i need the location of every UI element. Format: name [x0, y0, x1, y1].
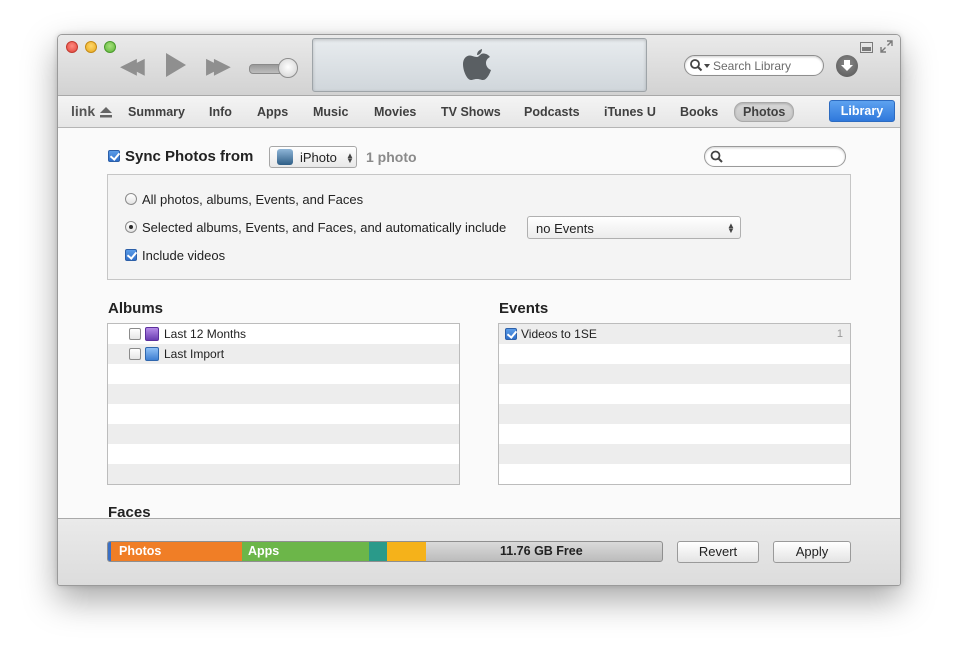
photo-count: 1 photo — [366, 149, 417, 165]
fast-forward-icon[interactable]: ▶▶ — [206, 55, 231, 77]
tab-info[interactable]: Info — [209, 105, 232, 119]
empty-row — [499, 404, 850, 424]
popup-arrows-icon: ▲ ▼ — [346, 151, 354, 165]
rewind-icon[interactable]: ◀◀ — [120, 55, 145, 77]
empty-row — [499, 364, 850, 384]
capacity-segment-yellow — [387, 542, 426, 561]
search-icon — [689, 58, 711, 78]
status-display — [312, 38, 647, 92]
tab-podcasts[interactable]: Podcasts — [524, 105, 580, 119]
empty-row — [108, 444, 459, 464]
event-photo-count: 1 — [836, 328, 843, 340]
empty-row — [108, 364, 459, 384]
event-label: Videos to 1SE — [521, 327, 597, 341]
library-button[interactable]: Library — [829, 100, 895, 122]
tab-books[interactable]: Books — [680, 105, 718, 119]
sync-options-box: All photos, albums, Events, and Faces Se… — [107, 174, 851, 280]
empty-row — [108, 404, 459, 424]
download-arrow-icon — [841, 60, 853, 71]
capacity-segment-photos: Photos — [111, 542, 242, 561]
apply-button[interactable]: Apply — [773, 541, 851, 563]
selected-albums-label: Selected albums, Events, and Faces, and … — [142, 220, 507, 235]
tab-apps[interactable]: Apps — [257, 105, 288, 119]
smart-album-icon — [145, 327, 159, 341]
sync-photos-checkbox[interactable] — [108, 150, 120, 162]
capacity-free-label: 11.76 GB Free — [500, 544, 583, 558]
library-search-field[interactable] — [684, 55, 824, 76]
empty-row — [499, 344, 850, 364]
album-checkbox[interactable] — [129, 348, 141, 360]
albums-list[interactable]: Last 12 Months Last Import — [107, 323, 460, 485]
include-videos-checkbox[interactable] — [125, 249, 137, 261]
tab-summary[interactable]: Summary — [128, 105, 185, 119]
capacity-segment-apps: Apps — [242, 542, 369, 561]
faces-heading: Faces — [108, 504, 151, 518]
revert-button[interactable]: Revert — [677, 541, 759, 563]
capacity-segment-teal — [369, 542, 387, 561]
empty-row — [499, 384, 850, 404]
events-heading: Events — [499, 300, 549, 317]
photo-source-value: iPhoto — [300, 150, 337, 165]
capacity-photos-label: Photos — [119, 544, 162, 558]
include-videos-label: Include videos — [142, 248, 226, 263]
minimize-button[interactable] — [85, 41, 97, 53]
empty-row — [108, 384, 459, 404]
list-item[interactable]: Last 12 Months — [108, 324, 459, 344]
events-list[interactable]: Videos to 1SE 1 — [498, 323, 851, 485]
auto-include-events-value: no Events — [536, 221, 594, 236]
all-photos-radio[interactable] — [125, 193, 137, 205]
content-search-input[interactable] — [727, 149, 839, 164]
itunes-window: ◀◀ ▶▶ Search Library link Summary Info A… — [57, 34, 901, 586]
event-checkbox[interactable] — [505, 328, 517, 340]
close-button[interactable] — [66, 41, 78, 53]
list-item[interactable]: Videos to 1SE 1 — [499, 324, 850, 344]
empty-row — [499, 424, 850, 444]
all-photos-label: All photos, albums, Events, and Faces — [142, 192, 364, 207]
photo-source-popup[interactable]: iPhoto ▲ ▼ — [269, 146, 357, 168]
downloads-button[interactable] — [836, 55, 858, 77]
tab-itunes-u[interactable]: iTunes U — [604, 105, 656, 119]
tab-movies[interactable]: Movies — [374, 105, 416, 119]
capacity-apps-label: Apps — [248, 544, 280, 558]
tab-photos[interactable]: Photos — [734, 102, 795, 122]
capacity-bar-area: Photos Apps 11.76 GB Free Revert Apply — [58, 518, 900, 585]
sync-photos-label: Sync Photos from — [125, 148, 254, 165]
eject-icon[interactable] — [100, 105, 112, 123]
album-icon — [145, 347, 159, 361]
zoom-button[interactable] — [104, 41, 116, 53]
volume-slider-knob[interactable] — [278, 58, 298, 78]
list-item[interactable]: Last Import — [108, 344, 459, 364]
popup-arrows-icon: ▲ ▼ — [727, 221, 735, 235]
empty-row — [108, 424, 459, 444]
mini-player-icon[interactable] — [860, 40, 873, 53]
albums-heading: Albums — [108, 300, 164, 317]
device-name[interactable]: link — [71, 103, 95, 119]
empty-row — [499, 444, 850, 464]
album-checkbox[interactable] — [129, 328, 141, 340]
empty-row — [108, 464, 459, 484]
device-tab-bar: link Summary Info Apps Music Movies TV S… — [58, 96, 900, 128]
title-bar: ◀◀ ▶▶ — [58, 35, 900, 96]
iphoto-icon — [277, 149, 293, 165]
fullscreen-icon[interactable] — [880, 40, 893, 53]
album-label: Last 12 Months — [164, 327, 247, 341]
empty-row — [499, 464, 850, 484]
play-icon[interactable] — [164, 52, 188, 82]
tab-music[interactable]: Music — [313, 105, 348, 119]
content-search-field[interactable] — [704, 146, 846, 167]
auto-include-events-popup[interactable]: no Events ▲ ▼ — [527, 216, 741, 239]
apple-logo-icon — [463, 49, 491, 86]
photos-sync-pane: Sync Photos from iPhoto ▲ ▼ 1 photo All p… — [58, 128, 900, 518]
capacity-meter: Photos Apps 11.76 GB Free — [107, 541, 663, 562]
library-search-input[interactable] — [713, 58, 817, 73]
selected-albums-radio[interactable] — [125, 221, 137, 233]
album-label: Last Import — [164, 347, 225, 361]
search-icon — [710, 150, 724, 169]
tab-tv-shows[interactable]: TV Shows — [441, 105, 501, 119]
